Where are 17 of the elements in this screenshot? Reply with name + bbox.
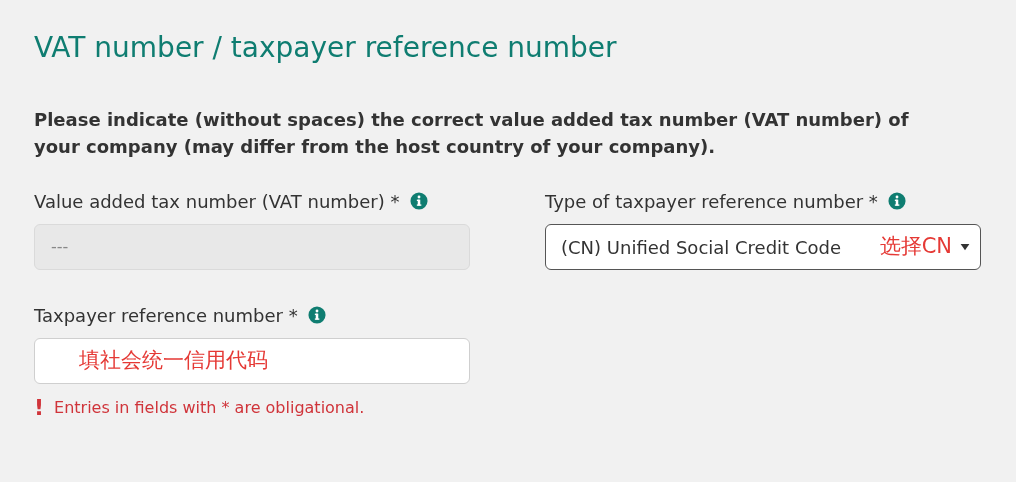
- input-field[interactable]: 填社会统一信用代码: [34, 338, 470, 384]
- select-field[interactable]: (CN) Unified Social Credit Code 选择CN: [545, 224, 981, 270]
- info-icon[interactable]: [887, 192, 906, 210]
- page-title: VAT number / taxpayer reference number: [34, 30, 618, 66]
- annotation-text: 选择CN: [879, 233, 952, 261]
- input-field: ---: [34, 224, 470, 270]
- select-value: (CN) Unified Social Credit Code: [561, 235, 841, 260]
- field-label: Type of taxpayer reference number *: [545, 189, 878, 214]
- info-icon[interactable]: [409, 192, 428, 210]
- error-icon: !: [34, 397, 45, 419]
- error-text: Entries in fields with * are obligational.: [54, 397, 365, 419]
- field-label: Value added tax number (VAT number) *: [34, 189, 400, 214]
- annotation-text: 填社会统一信用代码: [79, 347, 268, 375]
- intro-text: Please indicate (without spaces) the correct value added tax number (VAT number) of your company (may differ from the host country of your company).: [34, 108, 910, 159]
- field-label: Taxpayer reference number *: [34, 303, 298, 328]
- info-icon[interactable]: [307, 306, 326, 324]
- caret-icon: [960, 243, 970, 251]
